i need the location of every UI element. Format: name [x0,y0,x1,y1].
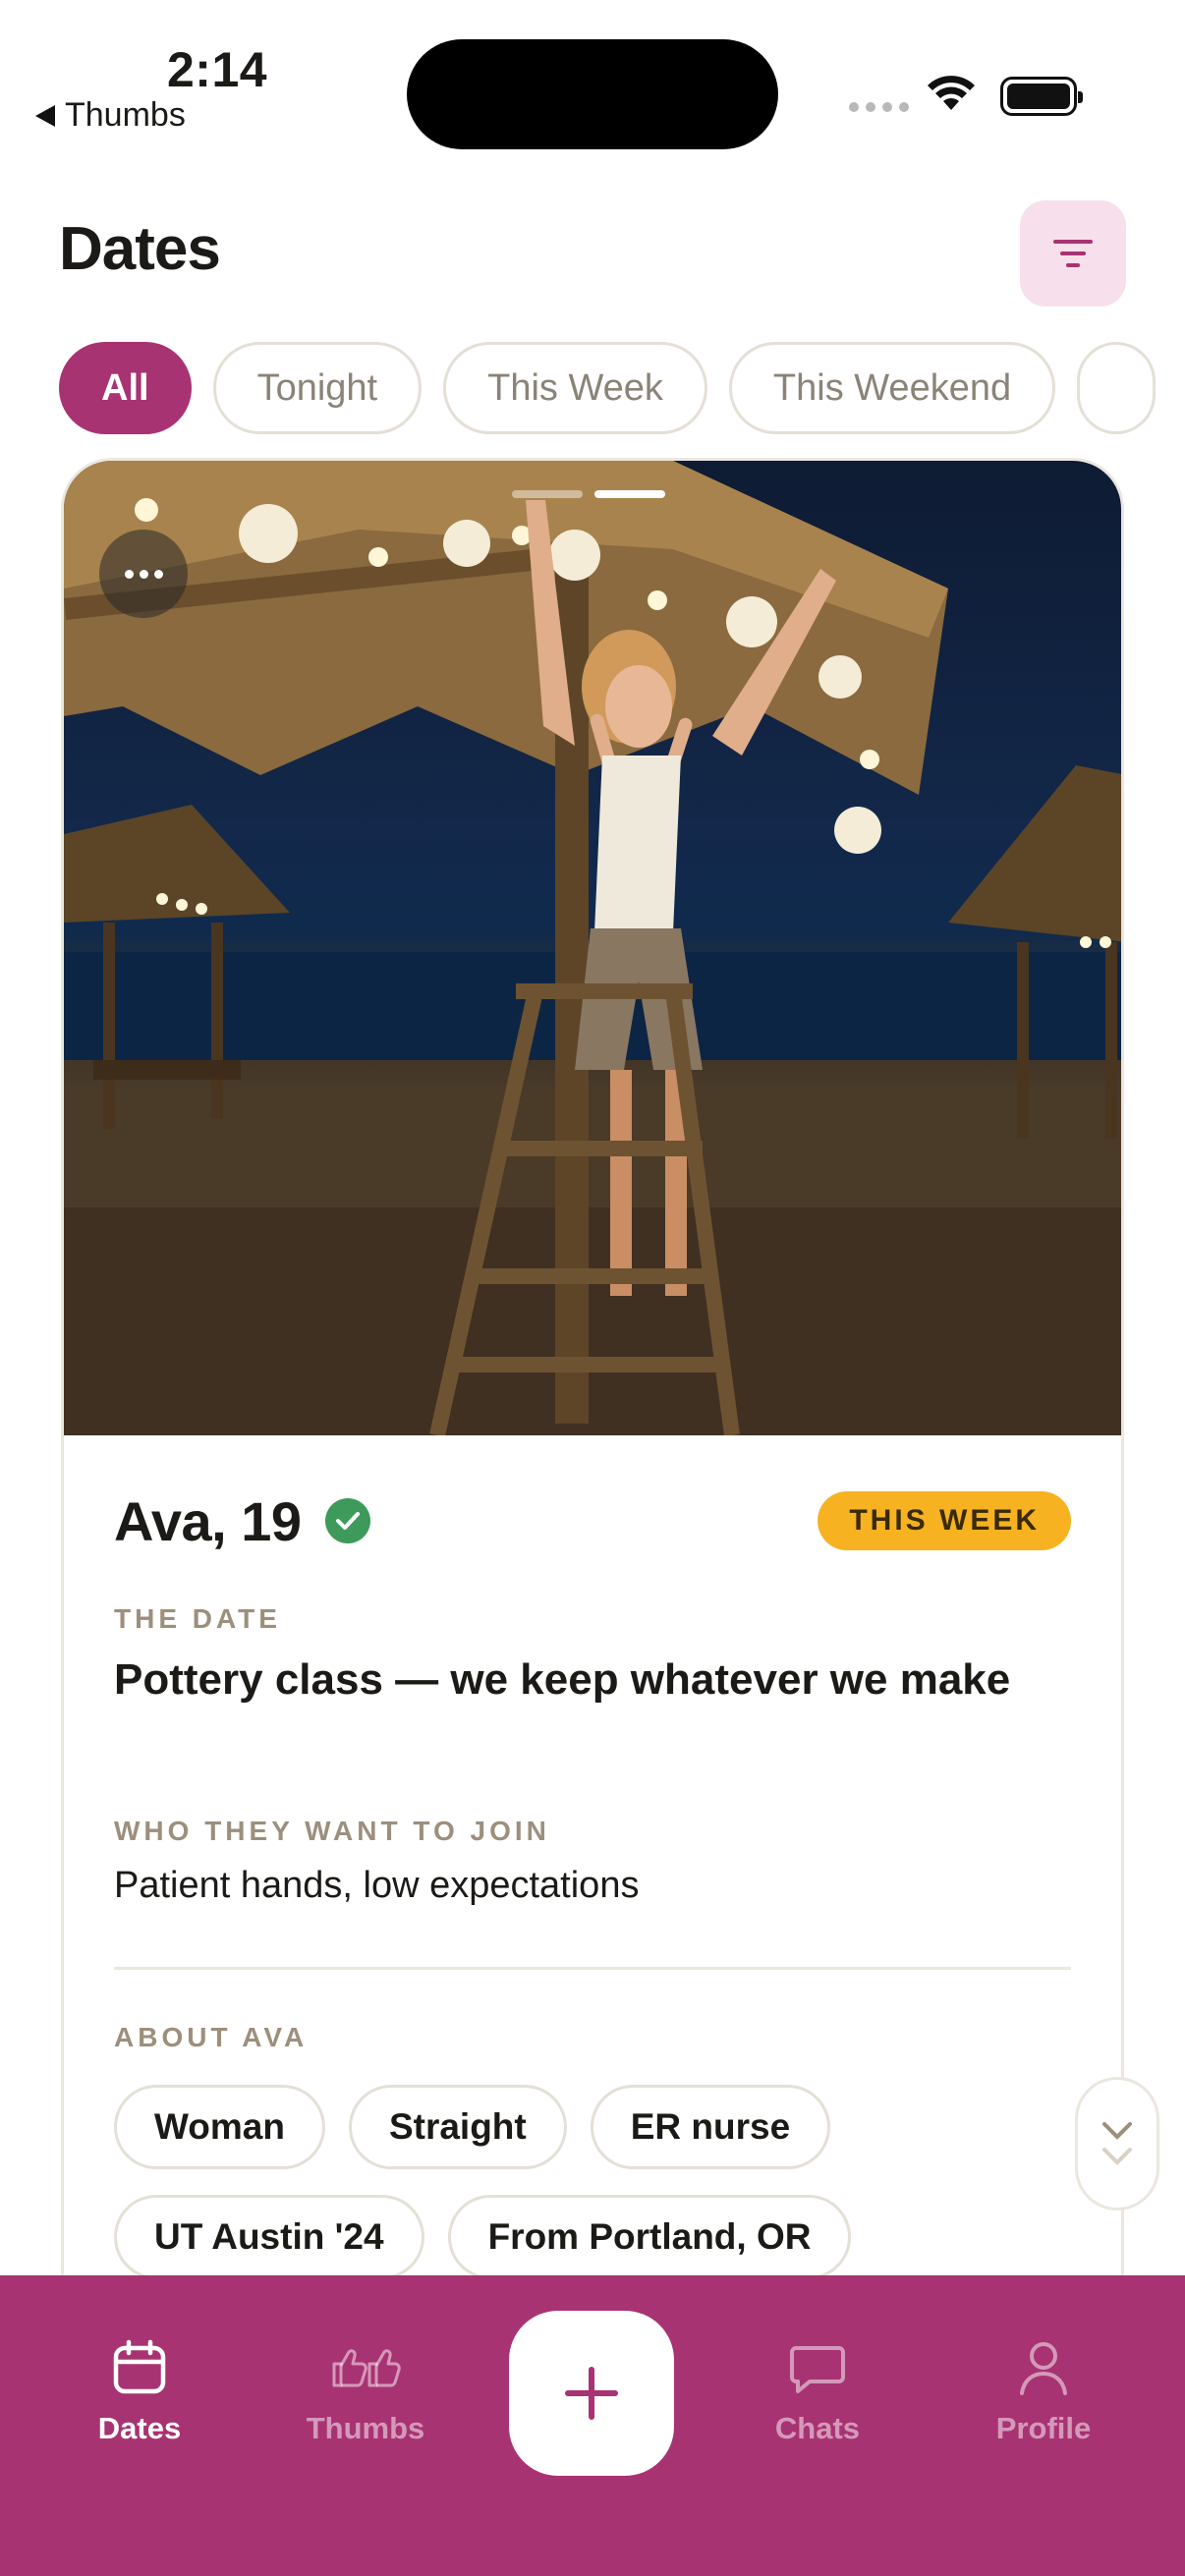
verified-check-icon [324,1498,370,1543]
chevron-down-faded-icon [1102,2148,1132,2165]
tab-thumbs[interactable]: Thumbs [277,2338,454,2446]
tag-orientation: Straight [348,2085,567,2169]
battery-icon [1000,77,1083,116]
about-tags: Woman Straight ER nurse UT Austin '24 Fr… [114,2085,1097,2279]
filter-chips: All Tonight This Week This Weekend [59,342,1185,434]
filter-chip-all[interactable]: All [59,342,192,434]
pager-dot-active [594,490,665,498]
chevron-down-icon [1102,2122,1132,2140]
status-time: 2:14 [167,42,268,97]
status-bar: 2:14 Thumbs [0,0,1185,157]
filter-chip-this-week[interactable]: This Week [443,342,707,434]
date-label: THE DATE [114,1603,281,1634]
wifi-icon [928,76,975,110]
timing-badge: THIS WEEK [818,1491,1071,1550]
filter-chip-this-weekend[interactable]: This Weekend [728,342,1056,434]
page-title: Dates [59,215,221,283]
divider [114,1967,1071,1970]
filter-chip-tonight[interactable]: Tonight [212,342,423,434]
about-label: ABOUT AVA [114,2022,309,2052]
photo-pager [512,490,665,498]
pager-dot [512,490,583,498]
dynamic-island [407,39,778,149]
person-icon [1020,2342,1067,2395]
tab-label-thumbs: Thumbs [306,2411,425,2445]
tab-label-chats: Chats [774,2411,861,2445]
tab-dates[interactable]: Dates [51,2338,228,2446]
card-info: Ava, 19 THIS WEEK [114,1487,1071,1554]
back-to-app-link[interactable]: Thumbs [35,96,186,135]
photo-scene [64,461,1121,1435]
filter-icon [1053,240,1093,267]
back-arrow-icon [35,104,55,127]
create-date-button[interactable] [509,2311,674,2476]
calendar-icon [113,2339,166,2394]
chat-bubble-icon [790,2346,845,2393]
tab-profile[interactable]: Profile [955,2338,1132,2446]
more-options-button[interactable] [99,530,188,618]
tab-label-dates: Dates [97,2411,182,2445]
filter-chip-overflow[interactable] [1077,342,1157,434]
join-text: Patient hands, low expectations [114,1865,640,1906]
tab-chats[interactable]: Chats [729,2338,906,2446]
back-app-label: Thumbs [65,96,186,134]
name-row: Ava, 19 THIS WEEK [114,1487,1071,1554]
join-label: WHO THEY WANT TO JOIN [114,1816,550,1846]
dot [124,569,134,579]
profile-photo[interactable] [64,461,1121,1435]
dot [153,569,163,579]
profile-name-age: Ava, 19 [114,1489,302,1552]
date-title: Pottery class — we keep whatever we make [114,1655,1011,1704]
tag-occupation: ER nurse [590,2085,831,2169]
cellular-signal-icon [849,102,909,112]
thumbs-up-icon [332,2349,401,2387]
tag-hometown: From Portland, OR [447,2195,852,2279]
scroll-down-button[interactable] [1075,2077,1159,2211]
plus-icon [565,2367,618,2420]
dot [139,569,148,579]
tag-gender: Woman [114,2085,325,2169]
tab-label-profile: Profile [995,2411,1092,2445]
tab-bar: Dates Thumbs Chats Profile [0,2275,1185,2576]
filter-button[interactable] [1020,200,1126,307]
tag-education: UT Austin '24 [114,2195,424,2279]
